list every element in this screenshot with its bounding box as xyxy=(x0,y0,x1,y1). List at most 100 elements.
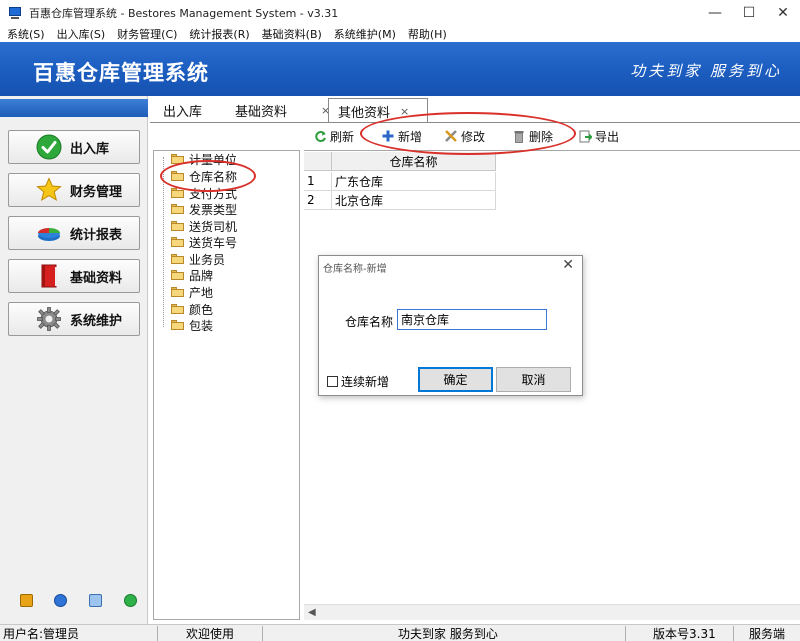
tree-item-label: 业务员 xyxy=(189,252,226,267)
left-panel-header xyxy=(0,99,148,117)
quick-icons xyxy=(0,594,148,610)
minimize-button[interactable]: — xyxy=(698,0,732,26)
title-bar: 百惠仓库管理系统 - Bestores Management System - … xyxy=(0,0,800,26)
tree-item-packaging[interactable]: 包装 xyxy=(171,317,213,333)
nav-label: 基础资料 xyxy=(70,270,123,286)
export-button[interactable]: 导出 xyxy=(578,126,619,146)
menu-help[interactable]: 帮助(H) xyxy=(401,26,452,42)
tree-item-invoice-type[interactable]: 发票类型 xyxy=(171,201,237,217)
folder-icon xyxy=(171,320,185,330)
warehouse-name-input[interactable] xyxy=(397,309,547,330)
delete-label: 删除 xyxy=(529,129,554,144)
tree-item-origin[interactable]: 产地 xyxy=(171,284,213,300)
table-row[interactable]: 1 广东仓库 xyxy=(304,172,496,191)
tab-label: 其他资料 xyxy=(338,105,391,121)
dialog-close-button[interactable]: ✕ xyxy=(562,257,574,273)
status-separator xyxy=(625,626,626,641)
tree-item-label: 发票类型 xyxy=(189,202,238,217)
banner-title: 百惠仓库管理系统 xyxy=(33,61,209,85)
gear-icon xyxy=(36,306,62,332)
tab-strip: 出入库 基础资料 × 其他资料 × xyxy=(148,98,800,123)
cell-warehouse-name[interactable]: 广东仓库 xyxy=(332,172,496,191)
refresh-label: 刷新 xyxy=(330,129,355,144)
menu-bar: 系统(S) 出入库(S) 财务管理(C) 统计报表(R) 基础资料(B) 系统维… xyxy=(0,26,800,42)
status-user: 用户名:管理员 xyxy=(3,627,80,641)
nav-label: 财务管理 xyxy=(70,184,123,200)
status-bar: 用户名:管理员 欢迎使用 功夫到家 服务到心 版本号3.31 服务端 xyxy=(0,624,800,641)
tree-item-label: 计量单位 xyxy=(189,152,238,167)
tab-label: 基础资料 xyxy=(235,104,288,120)
status-server: 服务端 xyxy=(749,627,786,641)
export-icon xyxy=(578,129,592,143)
column-header-warehouse-name[interactable]: 仓库名称 xyxy=(332,152,496,171)
row-number: 1 xyxy=(304,172,332,191)
add-warehouse-dialog: 仓库名称-新增 ✕ 仓库名称 连续新增 确定 取消 xyxy=(318,255,583,396)
menu-finance[interactable]: 财务管理(C) xyxy=(110,26,182,42)
tab-label: 出入库 xyxy=(163,104,203,120)
table-row[interactable]: 2 北京仓库 xyxy=(304,191,496,210)
tree-item-units[interactable]: 计量单位 xyxy=(171,151,237,167)
nav-stock-io-button[interactable]: 出入库 xyxy=(8,130,140,164)
tree-guide-line xyxy=(163,157,164,327)
back-arrow-icon[interactable] xyxy=(124,594,137,607)
tab-basic-data[interactable]: 基础资料 xyxy=(235,98,287,122)
status-version: 版本号3.31 xyxy=(653,627,716,641)
tree-item-vehicle[interactable]: 送货车号 xyxy=(171,234,237,250)
tree-item-brand[interactable]: 品牌 xyxy=(171,267,213,283)
grid-header: 仓库名称 xyxy=(304,152,496,171)
add-button[interactable]: 新增 xyxy=(381,126,422,146)
tree-item-driver[interactable]: 送货司机 xyxy=(171,218,237,234)
window-title: 百惠仓库管理系统 - Bestores Management System - … xyxy=(29,7,339,20)
cancel-button[interactable]: 取消 xyxy=(496,367,571,392)
tree-item-payment-method[interactable]: 支付方式 xyxy=(171,185,237,201)
scroll-left-icon[interactable]: ◀ xyxy=(308,607,316,618)
refresh-button[interactable]: 刷新 xyxy=(313,126,354,146)
menu-stock-io[interactable]: 出入库(S) xyxy=(50,26,111,42)
tree-item-label: 支付方式 xyxy=(189,186,238,201)
folder-icon xyxy=(171,188,185,198)
folder-icon xyxy=(171,204,185,214)
confirm-button[interactable]: 确定 xyxy=(418,367,493,392)
nav-finance-button[interactable]: 财务管理 xyxy=(8,173,140,207)
row-number: 2 xyxy=(304,191,332,210)
tree-item-label: 包装 xyxy=(189,318,214,333)
tree-item-salesperson[interactable]: 业务员 xyxy=(171,251,225,267)
dialog-title: 仓库名称-新增 xyxy=(323,264,387,275)
tree-item-warehouse-name[interactable]: 仓库名称 xyxy=(171,168,237,184)
continuous-add-checkbox[interactable]: 连续新增 xyxy=(327,373,389,390)
close-button[interactable]: ✕ xyxy=(766,0,800,26)
close-icon[interactable]: × xyxy=(400,105,409,118)
horizontal-scrollbar[interactable]: ◀ xyxy=(304,604,800,620)
status-separator xyxy=(733,626,734,641)
tab-other-data[interactable]: 其他资料 × xyxy=(328,98,428,123)
nav-reports-button[interactable]: 统计报表 xyxy=(8,216,140,250)
menu-basic-data[interactable]: 基础资料(B) xyxy=(255,26,327,42)
trash-icon xyxy=(512,129,526,143)
checkbox-label: 连续新增 xyxy=(341,375,390,389)
export-label: 导出 xyxy=(595,129,620,144)
nav-basic-data-button[interactable]: 基础资料 xyxy=(8,259,140,293)
nav-maintenance-button[interactable]: 系统维护 xyxy=(8,302,140,336)
tree-item-color[interactable]: 颜色 xyxy=(171,301,213,317)
checkbox-box[interactable] xyxy=(327,376,338,387)
maximize-button[interactable]: ☐ xyxy=(732,0,766,26)
tree-item-label: 品牌 xyxy=(189,268,214,283)
lock-icon[interactable] xyxy=(20,594,33,607)
menu-system[interactable]: 系统(S) xyxy=(0,26,50,42)
tree-item-label: 产地 xyxy=(189,285,214,300)
folder-icon xyxy=(171,270,185,280)
row-number-header xyxy=(304,152,332,171)
menu-reports[interactable]: 统计报表(R) xyxy=(182,26,254,42)
cell-warehouse-name[interactable]: 北京仓库 xyxy=(332,191,496,210)
refresh-icon xyxy=(313,129,327,143)
tab-stock-io[interactable]: 出入库 xyxy=(163,98,202,122)
delete-button[interactable]: 删除 xyxy=(512,126,553,146)
folder-icon xyxy=(171,154,185,164)
status-separator xyxy=(262,626,263,641)
clock-icon[interactable] xyxy=(54,594,67,607)
tree-item-label: 送货司机 xyxy=(189,219,238,234)
menu-maintenance[interactable]: 系统维护(M) xyxy=(327,26,401,42)
monitor-icon[interactable] xyxy=(89,594,102,607)
status-slogan: 功夫到家 服务到心 xyxy=(398,627,498,641)
edit-button[interactable]: 修改 xyxy=(444,126,485,146)
